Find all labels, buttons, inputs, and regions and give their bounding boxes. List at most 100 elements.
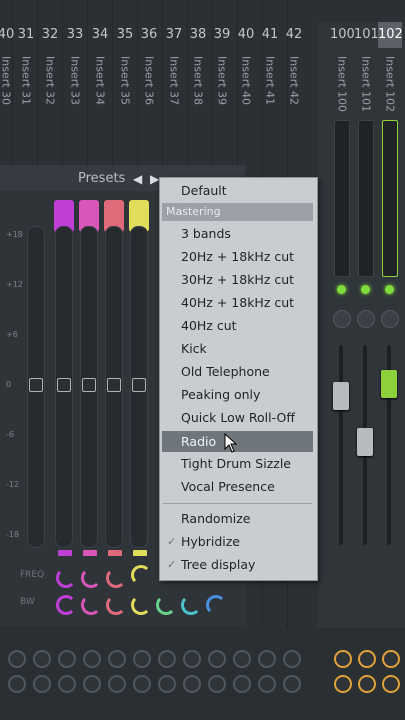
route-knob[interactable] <box>283 675 301 693</box>
track-number[interactable]: 34 <box>88 22 112 48</box>
track-number[interactable]: 40 <box>234 22 258 48</box>
track-number[interactable]: 41 <box>258 22 282 48</box>
bw-knob[interactable] <box>81 595 101 615</box>
insert-label[interactable]: Insert 37 <box>162 52 186 130</box>
menu-item-default[interactable]: Default <box>181 180 227 201</box>
insert-label[interactable]: Insert 39 <box>210 52 234 130</box>
bw-knob[interactable] <box>206 595 226 615</box>
menu-item[interactable]: 20Hz + 18kHz cut <box>181 246 294 267</box>
preset-next-icon[interactable]: ▶ <box>150 172 159 186</box>
insert-label[interactable]: Insert 32 <box>38 52 62 130</box>
track-number[interactable]: 33 <box>63 22 87 48</box>
send-knob-active[interactable] <box>334 650 352 668</box>
band-gain-handle[interactable] <box>57 378 71 392</box>
insert-label[interactable]: Insert 34 <box>88 52 112 130</box>
route-knob[interactable] <box>258 675 276 693</box>
menu-item[interactable]: Tight Drum Sizzle <box>181 453 291 474</box>
menu-item[interactable]: 40Hz cut <box>181 315 237 336</box>
send-knob[interactable] <box>158 650 176 668</box>
bw-knob[interactable] <box>156 595 176 615</box>
send-knob[interactable] <box>133 650 151 668</box>
track-number[interactable]: 100 <box>330 22 355 48</box>
volume-fader[interactable] <box>333 382 349 410</box>
volume-fader[interactable] <box>381 370 397 398</box>
menu-item[interactable]: Quick Low Roll-Off <box>181 407 295 428</box>
insert-label[interactable]: Insert 31 <box>14 52 38 130</box>
track-number[interactable]: 31 <box>14 22 38 48</box>
insert-label[interactable]: Insert 100 <box>330 52 354 130</box>
presets-label[interactable]: Presets <box>78 171 125 186</box>
bw-knob[interactable] <box>106 595 126 615</box>
send-knob-active[interactable] <box>358 650 376 668</box>
menu-option-tree-display[interactable]: Tree display <box>181 554 255 575</box>
send-knob-active[interactable] <box>382 650 400 668</box>
menu-item-selected[interactable]: Radio <box>181 431 216 452</box>
route-knob[interactable] <box>58 675 76 693</box>
menu-item[interactable]: Old Telephone <box>181 361 270 382</box>
route-knob[interactable] <box>183 675 201 693</box>
preset-prev-icon[interactable]: ◀ <box>133 172 142 186</box>
insert-label[interactable]: Insert 41 <box>258 52 282 130</box>
track-number[interactable]: 35 <box>113 22 137 48</box>
insert-label[interactable]: Insert 38 <box>186 52 210 130</box>
bw-knob[interactable] <box>131 595 151 615</box>
send-knob[interactable] <box>233 650 251 668</box>
menu-option-randomize[interactable]: Randomize <box>181 508 250 529</box>
bw-knob[interactable] <box>56 595 76 615</box>
send-knob[interactable] <box>258 650 276 668</box>
pan-knob[interactable] <box>381 310 399 328</box>
band-gain-handle[interactable] <box>107 378 121 392</box>
send-knob[interactable] <box>283 650 301 668</box>
send-knob[interactable] <box>183 650 201 668</box>
freq-knob[interactable] <box>106 568 126 588</box>
menu-item[interactable]: Kick <box>181 338 207 359</box>
track-number[interactable]: 36 <box>137 22 161 48</box>
route-knob[interactable] <box>208 675 226 693</box>
track-number[interactable]: 39 <box>210 22 234 48</box>
route-knob-active[interactable] <box>382 675 400 693</box>
insert-label[interactable]: Insert 101 <box>354 52 378 130</box>
insert-label[interactable]: Insert 42 <box>282 52 306 130</box>
route-knob[interactable] <box>158 675 176 693</box>
bw-knob[interactable] <box>181 595 201 615</box>
freq-knob[interactable] <box>81 568 101 588</box>
route-knob[interactable] <box>108 675 126 693</box>
track-number[interactable]: 37 <box>162 22 186 48</box>
route-knob-active[interactable] <box>358 675 376 693</box>
active-led[interactable] <box>337 285 346 294</box>
track-number[interactable]: 42 <box>282 22 306 48</box>
menu-option-hybridize[interactable]: Hybridize <box>181 531 240 552</box>
send-knob[interactable] <box>8 650 26 668</box>
send-knob[interactable] <box>58 650 76 668</box>
menu-item[interactable]: 40Hz + 18kHz cut <box>181 292 294 313</box>
menu-item[interactable]: Vocal Presence <box>181 476 275 497</box>
send-knob[interactable] <box>208 650 226 668</box>
insert-label[interactable]: Insert 40 <box>234 52 258 130</box>
insert-label[interactable]: Insert 33 <box>63 52 87 130</box>
active-led[interactable] <box>361 285 370 294</box>
freq-knob[interactable] <box>131 565 151 585</box>
track-number-selected[interactable]: 102 <box>378 22 403 48</box>
route-knob[interactable] <box>83 675 101 693</box>
volume-fader[interactable] <box>357 428 373 456</box>
track-number[interactable]: 38 <box>186 22 210 48</box>
band-gain-handle[interactable] <box>132 378 146 392</box>
track-number[interactable]: 101 <box>354 22 379 48</box>
send-knob[interactable] <box>83 650 101 668</box>
pan-knob[interactable] <box>357 310 375 328</box>
send-knob[interactable] <box>108 650 126 668</box>
pan-knob[interactable] <box>333 310 351 328</box>
track-number[interactable]: 32 <box>38 22 62 48</box>
band-gain-handle[interactable] <box>82 378 96 392</box>
menu-item[interactable]: 3 bands <box>181 223 231 244</box>
freq-knob[interactable] <box>56 568 76 588</box>
route-knob[interactable] <box>233 675 251 693</box>
menu-item[interactable]: 30Hz + 18kHz cut <box>181 269 294 290</box>
send-knob[interactable] <box>33 650 51 668</box>
menu-item[interactable]: Peaking only <box>181 384 260 405</box>
route-knob[interactable] <box>33 675 51 693</box>
route-knob[interactable] <box>8 675 26 693</box>
insert-label[interactable]: Insert 35 <box>113 52 137 130</box>
route-knob[interactable] <box>133 675 151 693</box>
insert-label[interactable]: Insert 36 <box>137 52 161 130</box>
